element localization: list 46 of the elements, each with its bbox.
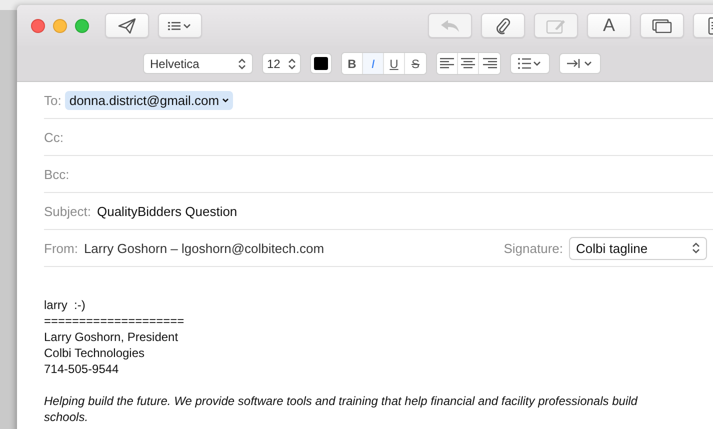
body-text-line: Larry Goshorn, President [44,329,180,345]
signature-label: Signature: [504,240,563,256]
indent-button[interactable] [559,53,601,74]
attach-button[interactable] [481,13,525,38]
from-label: From: [44,240,78,256]
body-text-line: ==================== [44,313,186,329]
bold-button[interactable]: B [342,53,363,74]
windows-icon [652,18,672,32]
send-button[interactable] [105,13,149,38]
align-center-icon [461,58,475,69]
paperclip-icon [495,16,511,34]
from-value[interactable]: Larry Goshorn – lgoshorn@colbitech.com [84,240,324,256]
cc-label: Cc: [44,130,64,144]
signature-select[interactable]: Colbi tagline [569,236,707,260]
recipient-token[interactable]: donna.district@gmail.com [65,90,234,110]
to-label: To: [44,92,62,108]
list-dropdown-icon [168,20,192,30]
align-left-icon [440,58,454,69]
body-text-line: larry :-) [44,297,86,313]
align-center-button[interactable] [458,53,479,74]
paper-plane-icon [118,18,136,34]
align-right-icon [482,58,496,69]
subject-field[interactable]: QualityBidders Question [96,204,238,218]
markup-pen-icon [546,18,566,34]
list-style-button[interactable] [510,53,550,74]
body-text-line: 714-505-9544 [44,361,120,377]
up-down-icon [288,58,296,70]
font-select[interactable]: Helvetica [143,53,253,74]
font-button[interactable]: A [587,13,631,38]
up-down-icon [692,242,700,254]
bullet-list-icon [518,58,542,69]
chevron-down-icon [222,98,230,102]
reply-arrow-icon [440,18,460,32]
text-color-button[interactable] [310,53,332,74]
subject-label: Subject: [44,204,91,218]
list-menu-button[interactable] [158,13,202,38]
tagline-paragraph: Helping build the future. We provide software tools and training that help financial and facility professionals build schools. [44,393,639,425]
font-size-select[interactable]: 12 [262,53,301,74]
close-button[interactable] [31,18,45,32]
bcc-label: Bcc: [44,166,70,182]
italic-button[interactable]: I [363,53,384,74]
body-text-line: Colbi Technologies [44,345,146,361]
up-down-icon [238,58,246,70]
indent-icon [567,58,593,69]
align-left-button[interactable] [437,53,458,74]
window-button[interactable] [640,13,684,38]
